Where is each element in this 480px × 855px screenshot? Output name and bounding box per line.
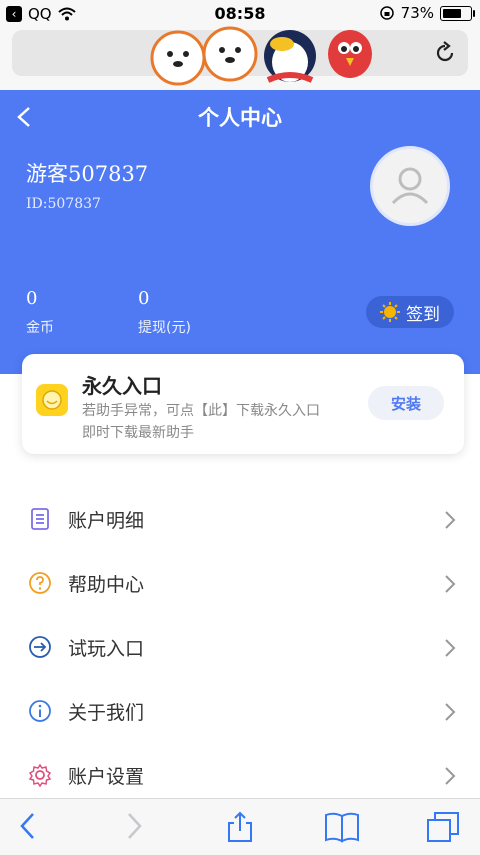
reload-icon[interactable]	[432, 40, 458, 66]
menu-item-account-settings[interactable]: 账户设置	[0, 742, 480, 806]
info-circle-icon	[29, 700, 51, 722]
page-title: 个人中心	[198, 106, 282, 130]
bookmarks-icon[interactable]	[324, 811, 360, 843]
menu-label: 帮助中心	[68, 574, 145, 596]
user-id: ID:507837	[26, 196, 101, 212]
sun-checkin-icon	[380, 302, 400, 322]
permanent-entry-card[interactable]: 永久入口 若助手异常，可点【此】下载永久入口 即时下载最新助手 安装	[22, 354, 464, 454]
checkin-button[interactable]: 签到	[366, 296, 454, 328]
chevron-right-icon	[445, 767, 456, 785]
menu-item-help-center[interactable]: 帮助中心	[0, 550, 480, 614]
animal-stickers-image	[150, 26, 372, 86]
coins-label: 金币	[26, 320, 54, 336]
orientation-lock-icon	[379, 6, 394, 20]
card-description: 若助手异常，可点【此】下载永久入口 即时下载最新助手	[82, 400, 362, 444]
menu-label: 账户设置	[68, 766, 145, 788]
menu-label: 账户明细	[68, 510, 145, 532]
browser-back-icon[interactable]	[18, 811, 38, 841]
menu-label: 关于我们	[68, 702, 145, 724]
menu-label: 试玩入口	[68, 638, 145, 660]
browser-toolbar	[0, 798, 480, 855]
card-desc-line1: 若助手异常，可点【此】下载永久入口	[82, 403, 320, 419]
avatar[interactable]	[370, 146, 450, 226]
enter-arrow-icon	[29, 636, 51, 658]
menu-list: 账户明细 帮助中心 试玩入口 关于我们 账户设置	[0, 486, 480, 806]
username: 游客507837	[26, 162, 149, 186]
card-desc-line2: 即时下载最新助手	[82, 425, 194, 441]
help-circle-icon	[29, 572, 51, 594]
battery-icon	[440, 5, 475, 21]
chevron-right-icon	[445, 703, 456, 721]
menu-item-about-us[interactable]: 关于我们	[0, 678, 480, 742]
withdraw-stat: 0 提现(元)	[138, 288, 191, 337]
withdraw-value: 0	[138, 288, 150, 309]
share-icon[interactable]	[226, 811, 254, 843]
install-button[interactable]: 安装	[368, 386, 444, 420]
coins-stat: 0 金币	[26, 288, 54, 337]
menu-item-account-details[interactable]: 账户明细	[0, 486, 480, 550]
profile-header: 个人中心 游客507837 ID:507837 0 金币 0 提现(元) 签到	[0, 90, 480, 374]
list-doc-icon	[31, 508, 49, 530]
chevron-right-icon	[445, 575, 456, 593]
user-placeholder-icon	[391, 167, 429, 205]
smile-app-icon	[36, 384, 68, 416]
chevron-right-icon	[445, 639, 456, 657]
card-title: 永久入口	[82, 374, 162, 398]
coins-value: 0	[26, 288, 38, 309]
checkin-label: 签到	[406, 304, 440, 325]
settings-gear-icon	[28, 763, 52, 787]
battery-percent: 73%	[400, 4, 434, 22]
chevron-right-icon	[445, 511, 456, 529]
tabs-icon[interactable]	[426, 811, 460, 843]
withdraw-label: 提现(元)	[138, 320, 191, 336]
menu-item-trial-entry[interactable]: 试玩入口	[0, 614, 480, 678]
browser-forward-icon[interactable]	[124, 811, 144, 841]
